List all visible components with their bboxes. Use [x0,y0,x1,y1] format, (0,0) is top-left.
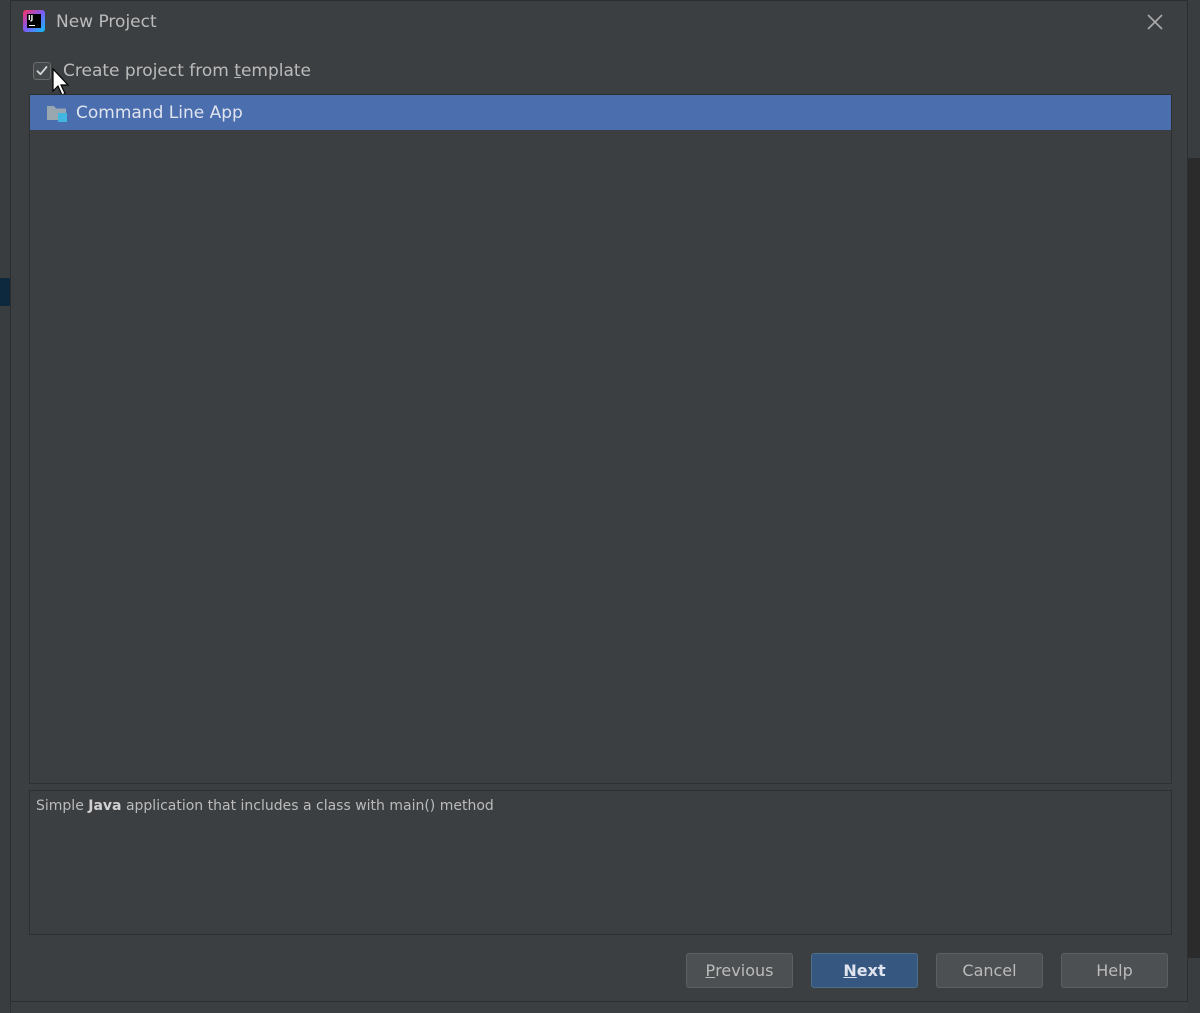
ide-editor-edge [1188,158,1200,958]
ide-right-panel [1188,0,1200,1013]
create-from-template-checkbox[interactable]: Create project from template [33,58,311,84]
intellij-app-icon: IJ [23,10,45,32]
template-description: Simple Java application that includes a … [29,790,1172,935]
checkbox-box[interactable] [33,62,51,80]
close-button[interactable] [1142,9,1168,35]
help-button[interactable]: Help [1061,953,1168,988]
cancel-button[interactable]: Cancel [936,953,1043,988]
create-from-template-label: Create project from template [63,61,312,81]
folder-module-icon [46,103,68,123]
list-item-label: Command Line App [76,102,243,123]
next-button[interactable]: Next [811,953,918,988]
list-item-command-line-app[interactable]: Command Line App [30,95,1171,130]
checkmark-icon [36,66,48,76]
dialog-title-bar: IJ New Project [11,1,1187,45]
close-icon [1147,14,1163,30]
template-list[interactable]: Command Line App [29,94,1172,784]
dialog-title: New Project [56,12,157,32]
ide-selection-marker [0,278,10,306]
previous-button[interactable]: Previous [686,953,793,988]
new-project-dialog: IJ New Project Create project from templ… [10,0,1188,1002]
